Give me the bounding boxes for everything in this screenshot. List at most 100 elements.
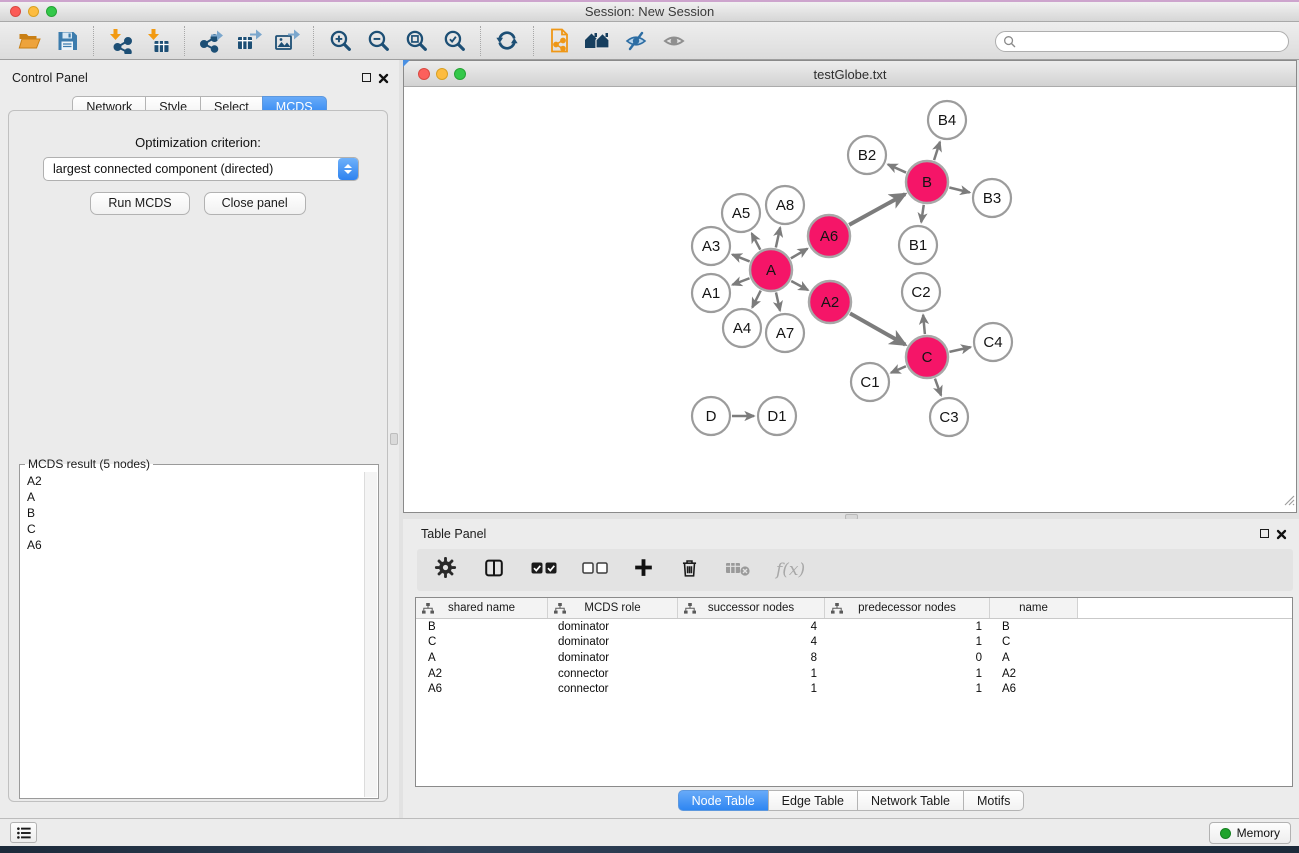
table-tab-edge-table[interactable]: Edge Table (768, 790, 858, 811)
edge-B-B4[interactable] (934, 142, 940, 160)
zoom-in-icon[interactable] (321, 25, 359, 57)
table-tab-motifs[interactable]: Motifs (963, 790, 1024, 811)
result-scrollbar[interactable] (364, 472, 377, 797)
column-view-icon[interactable] (482, 557, 506, 584)
mcds-result-item[interactable]: C (22, 521, 363, 537)
column-header-name[interactable]: name (990, 598, 1078, 618)
column-header-predecessor-nodes[interactable]: predecessor nodes (825, 598, 990, 618)
table-cell[interactable]: 1 (825, 668, 990, 680)
graph-node-A1[interactable]: A1 (692, 274, 730, 312)
table-row[interactable]: Cdominator41C (416, 635, 1292, 651)
graph-node-B2[interactable]: B2 (848, 136, 886, 174)
save-session-icon[interactable] (48, 25, 86, 57)
mcds-result-item[interactable]: B (22, 505, 363, 521)
edge-A-A3[interactable] (732, 255, 749, 262)
edge-B-B1[interactable] (921, 205, 923, 222)
table-tab-network-table[interactable]: Network Table (857, 790, 964, 811)
mcds-result-item[interactable]: A6 (22, 537, 363, 553)
table-row[interactable]: Bdominator41B (416, 619, 1292, 635)
graph-node-C2[interactable]: C2 (902, 273, 940, 311)
table-cell[interactable]: C (416, 636, 548, 648)
table-cell[interactable]: dominator (548, 621, 678, 633)
export-network-icon[interactable] (192, 25, 230, 57)
edge-C-C4[interactable] (949, 347, 970, 352)
table-cell[interactable]: C (990, 636, 1078, 648)
table-cell[interactable]: dominator (548, 652, 678, 664)
table-cell[interactable]: 1 (825, 636, 990, 648)
search-input[interactable] (1020, 34, 1288, 50)
resize-grip-icon[interactable] (1282, 493, 1295, 511)
deselect-all-checkboxes-icon[interactable] (582, 561, 608, 580)
graph-node-D[interactable]: D (692, 397, 730, 435)
show-eye-icon[interactable] (655, 25, 693, 57)
float-table-panel-icon[interactable] (1260, 529, 1269, 538)
table-cell[interactable]: A6 (990, 683, 1078, 695)
function-builder-icon[interactable]: f(x) (776, 560, 805, 580)
hide-eye-icon[interactable] (617, 25, 655, 57)
edge-B-B2[interactable] (888, 164, 906, 172)
table-cell[interactable]: A6 (416, 683, 548, 695)
graph-node-A6[interactable]: A6 (808, 215, 850, 257)
graph-node-A4[interactable]: A4 (723, 309, 761, 347)
export-image-icon[interactable] (268, 25, 306, 57)
graph-node-C1[interactable]: C1 (851, 363, 889, 401)
table-cell[interactable]: 4 (678, 636, 825, 648)
table-cell[interactable]: A (990, 652, 1078, 664)
float-panel-icon[interactable] (362, 73, 371, 82)
table-cell[interactable]: 1 (678, 683, 825, 695)
edge-C-C1[interactable] (891, 366, 906, 373)
network-window-titlebar[interactable]: testGlobe.txt (404, 61, 1296, 87)
run-mcds-button[interactable]: Run MCDS (90, 192, 189, 215)
close-panel-icon[interactable] (378, 71, 389, 89)
mcds-result-item[interactable]: A2 (22, 473, 363, 489)
graph-node-A8[interactable]: A8 (766, 186, 804, 224)
task-history-button[interactable] (10, 822, 37, 843)
graph-node-D1[interactable]: D1 (758, 397, 796, 435)
graph-node-A7[interactable]: A7 (766, 314, 804, 352)
document-network-icon[interactable] (541, 25, 579, 57)
graph-node-B3[interactable]: B3 (973, 179, 1011, 217)
column-header-shared-name[interactable]: shared name (416, 598, 548, 618)
houses-icon[interactable] (579, 25, 617, 57)
graph-node-C3[interactable]: C3 (930, 398, 968, 436)
table-cell[interactable]: A (416, 652, 548, 664)
column-header-MCDS-role[interactable]: MCDS role (548, 598, 678, 618)
vertical-splitter-handle[interactable] (390, 433, 398, 445)
edge-A-A4[interactable] (752, 291, 760, 308)
edge-C-C3[interactable] (935, 379, 941, 396)
table-cell[interactable]: 8 (678, 652, 825, 664)
optimization-dropdown[interactable]: largest connected component (directed) (43, 157, 359, 181)
table-row[interactable]: A6connector11A6 (416, 681, 1292, 697)
table-cell[interactable]: 1 (678, 668, 825, 680)
graph-node-C4[interactable]: C4 (974, 323, 1012, 361)
edge-A-A5[interactable] (752, 233, 761, 249)
graph-node-B1[interactable]: B1 (899, 226, 937, 264)
memory-button[interactable]: Memory (1209, 822, 1291, 844)
table-cell[interactable]: A2 (416, 668, 548, 680)
graph-node-A2[interactable]: A2 (809, 281, 851, 323)
table-row[interactable]: Adominator80A (416, 650, 1292, 666)
close-table-panel-icon[interactable] (1276, 527, 1287, 545)
graph-node-B4[interactable]: B4 (928, 101, 966, 139)
search-field[interactable] (995, 31, 1289, 52)
table-cell[interactable]: B (990, 621, 1078, 633)
table-cell[interactable]: 0 (825, 652, 990, 664)
open-folder-icon[interactable] (10, 25, 48, 57)
refresh-icon[interactable] (488, 25, 526, 57)
network-canvas[interactable]: AA1A2A3A4A5A6A7A8BB1B2B3B4CC1C2C3C4DD1 (404, 88, 1296, 512)
edge-A6-B[interactable] (849, 194, 905, 225)
table-cell[interactable]: 1 (825, 621, 990, 633)
edge-B-B3[interactable] (949, 187, 969, 192)
column-header-successor-nodes[interactable]: successor nodes (678, 598, 825, 618)
graph-node-A3[interactable]: A3 (692, 227, 730, 265)
edge-A2-C[interactable] (850, 313, 905, 344)
edge-C-C2[interactable] (923, 315, 925, 334)
delete-table-icon[interactable] (725, 559, 751, 582)
select-all-checkboxes-icon[interactable] (531, 561, 557, 580)
edge-A-A7[interactable] (776, 292, 780, 310)
table-cell[interactable]: 1 (825, 683, 990, 695)
graph-node-B[interactable]: B (906, 161, 948, 203)
edge-A-A8[interactable] (776, 227, 780, 247)
table-tab-node-table[interactable]: Node Table (678, 790, 769, 811)
edge-A-A2[interactable] (791, 281, 808, 290)
